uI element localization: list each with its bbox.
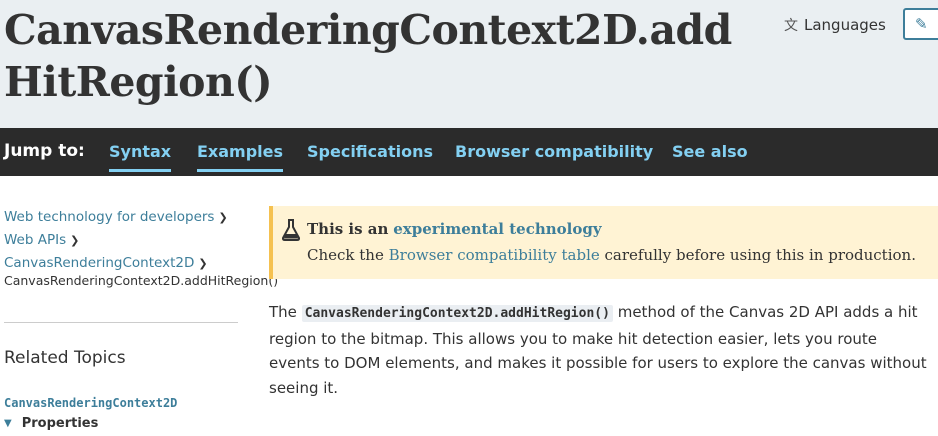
jump-to-bar: Jump to: Syntax Examples Specifications … [0, 128, 938, 176]
flask-icon [281, 219, 301, 241]
notice-lead: This is an [307, 220, 389, 238]
notice-text-after: carefully before using this in productio… [604, 246, 916, 264]
breadcrumb-label[interactable]: Web APIs [4, 232, 66, 248]
languages-label: Languages [804, 16, 886, 34]
breadcrumb-item[interactable]: Web APIs ❯ [4, 232, 79, 248]
chevron-right-icon: ❯ [70, 234, 80, 247]
properties-toggle[interactable]: ▼ Properties [4, 416, 98, 431]
summary-code: CanvasRenderingContext2D.addHitRegion() [301, 305, 613, 322]
page-title-line1: CanvasRenderingContext2D.add [4, 6, 732, 54]
page-title: CanvasRenderingContext2D.add HitRegion() [4, 4, 764, 108]
breadcrumb-label[interactable]: CanvasRenderingContext2D [4, 255, 194, 271]
jump-link-specifications[interactable]: Specifications [307, 142, 433, 172]
page-title-line2: HitRegion() [4, 58, 273, 106]
breadcrumb-item[interactable]: Web technology for developers ❯ [4, 209, 228, 225]
jump-to-label: Jump to: [4, 141, 85, 161]
breadcrumb-item[interactable]: CanvasRenderingContext2D ❯ [4, 255, 208, 271]
pencil-icon: ✎ [915, 15, 928, 33]
jump-link-see-also[interactable]: See also [672, 142, 748, 172]
jump-link-examples[interactable]: Examples [197, 142, 284, 172]
triangle-down-icon: ▼ [4, 418, 12, 429]
breadcrumb-label[interactable]: Web technology for developers [4, 209, 214, 225]
jump-link-browser-compatibility[interactable]: Browser compatibility [455, 142, 653, 172]
breadcrumb-current: CanvasRenderingContext2D.addHitRegion() [4, 273, 279, 288]
browser-compat-table-link[interactable]: Browser compatibility table [389, 246, 600, 264]
related-interface-link[interactable]: CanvasRenderingContext2D [4, 396, 177, 410]
notice-line1: This is an experimental technology [307, 220, 602, 238]
notice-text-before: Check the [307, 246, 384, 264]
summary-paragraph: The CanvasRenderingContext2D.addHitRegio… [269, 300, 929, 400]
edit-button[interactable]: ✎ [903, 8, 938, 40]
chevron-right-icon: ❯ [218, 211, 228, 224]
notice-line2: Check the Browser compatibility table ca… [307, 246, 916, 264]
jump-link-syntax[interactable]: Syntax [109, 142, 172, 172]
summary-before: The [269, 303, 297, 321]
experimental-technology-link[interactable]: experimental technology [393, 220, 601, 238]
experimental-notice: This is an experimental technology Check… [269, 206, 938, 279]
languages-button[interactable]: 文 Languages [784, 12, 886, 38]
sidebar-divider [4, 322, 238, 323]
related-topics-heading: Related Topics [4, 348, 126, 368]
translate-icon: 文 [784, 18, 798, 34]
page-header: CanvasRenderingContext2D.add HitRegion()… [0, 0, 938, 128]
properties-label: Properties [21, 416, 99, 431]
chevron-right-icon: ❯ [198, 257, 208, 270]
